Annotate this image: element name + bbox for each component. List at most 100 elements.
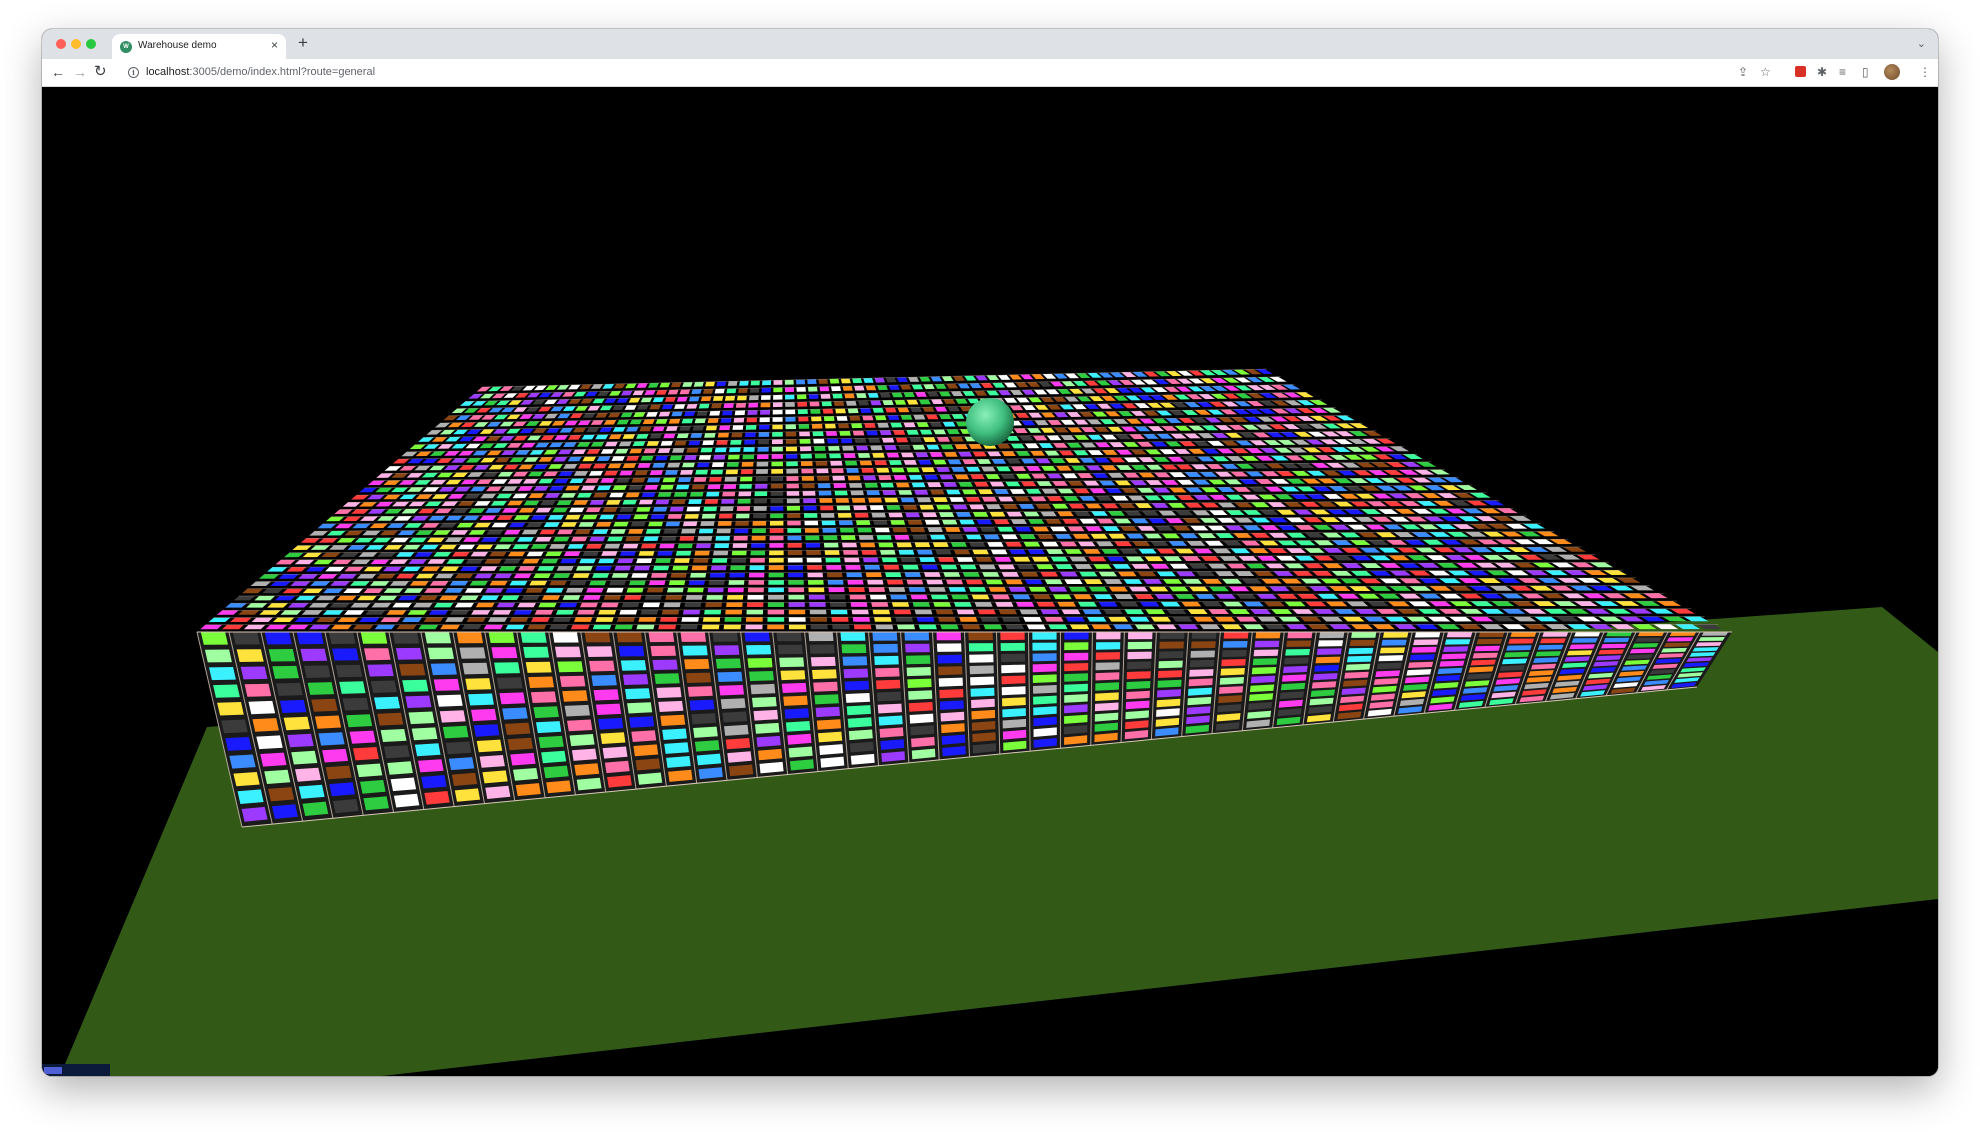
rack-box [1231,448,1249,454]
profile-avatar-icon[interactable] [1884,64,1900,80]
rack-box [1096,380,1111,386]
rack-box [1050,381,1064,387]
rack-box [836,416,848,421]
rack-box [971,698,995,709]
reading-list-icon[interactable]: ≡ [1839,65,1846,79]
rack-box [595,412,608,418]
side-panel-icon[interactable]: ▯ [1862,65,1869,79]
rack-box [725,738,751,750]
rack-box [946,429,960,435]
rack-box [940,711,965,722]
rack-box [669,506,684,512]
rack-box [1191,632,1217,639]
close-tab-icon[interactable]: × [271,38,278,52]
rack-box [930,594,949,600]
rack-box [371,602,392,608]
rack-box [1304,548,1325,553]
rack-box [1385,616,1408,622]
address-bar[interactable]: localhost:3005/demo/index.html?route=gen… [146,66,375,78]
rack-box [557,529,574,535]
tab-search-chevron-icon[interactable]: ⌄ [1917,37,1926,50]
rack-box [1446,632,1473,638]
rack-box [1465,531,1487,537]
rack-box [908,587,926,592]
rack-box [758,432,770,437]
rack-box [840,535,856,540]
rack-box [275,559,296,565]
reload-button[interactable]: ↻ [94,64,107,80]
rack-box [1009,374,1022,380]
rack-box [807,379,817,385]
rack-box [788,580,804,585]
back-button[interactable]: ← [51,64,65,80]
rack-box [938,414,952,420]
bookmark-star-icon[interactable]: ☆ [1760,65,1771,79]
rack-box [517,602,536,608]
rack-box [1176,464,1194,470]
rack-box [898,445,912,450]
rack-box [809,401,820,407]
share-icon[interactable]: ⇪ [1738,65,1748,79]
close-window-button[interactable] [56,39,66,49]
rack-box [322,748,349,763]
browser-menu-icon[interactable]: ⋮ [1919,65,1931,79]
rack-box [1341,547,1362,553]
tab-warehouse-demo[interactable]: W Warehouse demo × [112,34,286,59]
rack-box [700,521,715,526]
site-info-icon[interactable]: i [128,67,139,78]
rack-box [1276,594,1298,599]
rack-box [620,390,633,396]
rack-box [1154,594,1175,599]
rack-box [1179,441,1196,447]
rack-box [585,544,603,549]
rack-box [392,501,410,507]
rack-box [1598,616,1623,622]
zoom-window-button[interactable] [86,39,96,49]
rack-box [532,428,547,433]
rack-box [829,594,846,600]
rack-box [639,426,652,432]
rack-box [296,632,324,645]
rack-box [644,390,656,395]
rack-box [754,491,768,497]
rack-box [905,512,920,518]
rack-box [1513,539,1536,545]
rack-box [402,566,421,572]
rack-box [1589,585,1614,591]
rack-box [970,687,995,697]
rack-box [845,565,861,570]
rack-box [1012,594,1031,600]
rack-box [1452,524,1475,529]
rack-box [242,588,263,594]
new-tab-button[interactable]: + [298,33,308,53]
rack-box [1576,554,1600,560]
rack-box [459,465,475,470]
rack-box [1238,556,1258,561]
warehouse-scene[interactable] [42,87,1938,1076]
rack-box [1144,533,1163,539]
rack-box [599,514,615,520]
rack-box [1411,508,1433,514]
rack-box [1478,578,1501,583]
rack-box [688,440,701,446]
rack-box [1148,426,1164,432]
rack-box [1389,586,1412,591]
minimize-window-button[interactable] [71,39,81,49]
forward-button[interactable]: → [73,64,87,80]
puzzle-icon[interactable]: ✱ [1817,65,1827,79]
rack-box [1023,541,1041,547]
rack-box [626,587,644,593]
rack-box [1399,578,1422,584]
rack-box [731,432,743,438]
webgl-viewport[interactable] [42,87,1938,1076]
rack-box [567,456,582,462]
rack-box [905,643,930,653]
rack-box [894,400,907,405]
rack-box [747,658,773,668]
rack-box [1153,472,1171,478]
rack-box [541,558,559,564]
extension-icon[interactable] [1795,66,1806,77]
rack-box [869,594,887,600]
rack-box [910,407,922,413]
rack-box [796,387,806,392]
